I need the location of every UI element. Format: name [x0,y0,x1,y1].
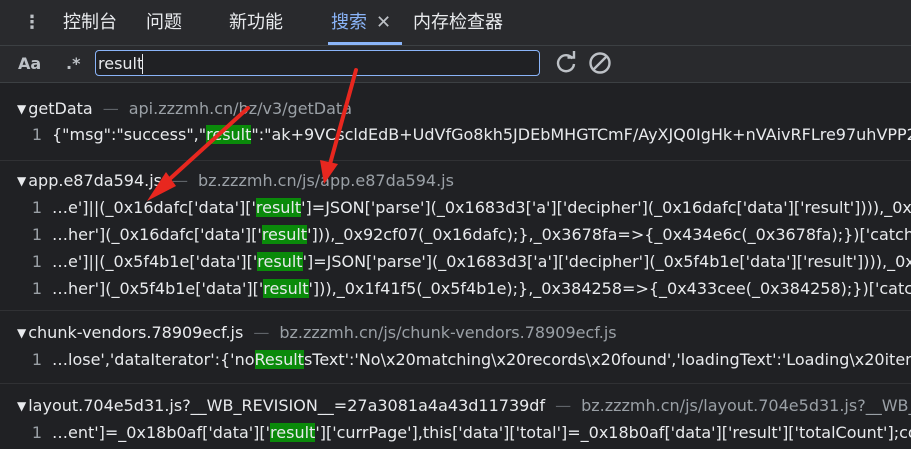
result-code: …her'](_0x16dafc['data']['result'])),_0x… [52,225,911,244]
line-number: 1 [31,252,42,271]
result-group-header[interactable]: ▼ getData — api.zzzmh.cn/bz/v3/getData [17,98,352,120]
match-highlight: Result [254,350,304,369]
result-line[interactable]: 1 …lose','dataIterator':{'noResultsText'… [0,348,911,372]
result-file-name: layout.704e5d31.js?__WB_REVISION__=27a30… [28,396,546,415]
text-cursor [142,54,143,74]
expand-triangle-icon[interactable]: ▼ [17,395,26,417]
result-group-header[interactable]: ▼ layout.704e5d31.js?__WB_REVISION__=27a3… [17,395,911,417]
result-code: …lose','dataIterator':{'noResultsText':'… [52,350,911,369]
result-file-url: bz.zzzmh.cn/js/app.e87da594.js [198,171,454,190]
expand-triangle-icon[interactable]: ▼ [17,98,26,120]
match-highlight: result [270,423,316,442]
match-highlight: result [261,225,308,244]
result-line[interactable]: 1 …e']||(_0x5f4b1e['data']['result']=JSO… [0,250,911,274]
search-results: ▼ getData — api.zzzmh.cn/bz/v3/getData 1 {"… [0,86,911,449]
expand-triangle-icon[interactable]: ▼ [17,322,26,344]
divider [0,310,911,311]
result-file-name: chunk-vendors.78909ecf.js [28,323,244,342]
result-line[interactable]: 1 …ent']=_0x18b0af['data']['result']['cu… [0,421,911,445]
line-number: 1 [31,279,42,298]
result-code: …ent']=_0x18b0af['data']['result']['curr… [52,423,911,442]
result-group-header[interactable]: ▼ app.e87da594.js — bz.zzzmh.cn/js/app.e87d… [17,170,454,192]
line-number: 1 [31,225,42,244]
result-line[interactable]: 1 …e']||(_0x16dafc['data']['result']=JSO… [0,196,911,220]
line-number: 1 [31,350,42,369]
result-group-header[interactable]: ▼ chunk-vendors.78909ecf.js — bz.zzzmh.cn/j… [17,322,617,344]
tab-issues[interactable]: 问题 [146,11,182,35]
divider [0,160,911,161]
more-options-icon[interactable]: ⋮ [20,12,44,34]
match-case-button[interactable]: Aa [18,54,41,73]
active-tab-indicator [328,42,402,45]
tab-memory-inspector[interactable]: 内存检查器 [413,11,503,35]
result-line[interactable]: 1 …her'](_0x16dafc['data']['result'])),_… [0,223,911,247]
result-line[interactable]: 1 …her'](_0x5f4b1e['data']['result'])),_… [0,277,911,301]
tab-whats-new[interactable]: 新功能 [229,11,283,35]
result-file-url: bz.zzzmh.cn/js/chunk-vendors.78909ecf.js [279,323,617,342]
search-input[interactable] [95,50,540,76]
refresh-icon[interactable] [552,49,580,77]
match-highlight: result [263,279,309,298]
result-code: …e']||(_0x5f4b1e['data']['result']=JSON[… [52,252,911,271]
tab-console[interactable]: 控制台 [63,11,117,35]
clear-icon[interactable] [586,49,614,77]
devtools-tab-bar: ⋮ 控制台 问题 新功能 搜索 ✕ 内存检查器 [0,0,911,46]
match-highlight: result [206,125,252,144]
search-toolbar: Aa .* [0,46,911,83]
close-tab-icon[interactable]: ✕ [376,11,391,35]
line-number: 1 [31,423,42,442]
tab-search[interactable]: 搜索 [331,11,367,35]
match-highlight: result [255,198,302,217]
expand-triangle-icon[interactable]: ▼ [17,170,26,192]
line-number: 1 [31,198,42,217]
regex-button[interactable]: .* [66,54,80,73]
line-number: 1 [31,125,42,144]
result-file-url: api.zzzmh.cn/bz/v3/getData [128,99,353,118]
result-file-name: app.e87da594.js [28,171,163,190]
result-code: …e']||(_0x16dafc['data']['result']=JSON[… [52,198,911,217]
result-code: …her'](_0x5f4b1e['data']['result'])),_0x… [52,279,911,298]
divider [0,383,911,384]
result-code: {"msg":"success","result":"ak+9VCscldEdB… [52,125,911,144]
result-file-url: bz.zzzmh.cn/js/layout.704e5d31.js?__WB_R… [581,396,911,415]
match-highlight: result [257,252,303,271]
result-file-name: getData [28,99,93,118]
result-line[interactable]: 1 {"msg":"success","result":"ak+9VCscldE… [0,123,911,147]
